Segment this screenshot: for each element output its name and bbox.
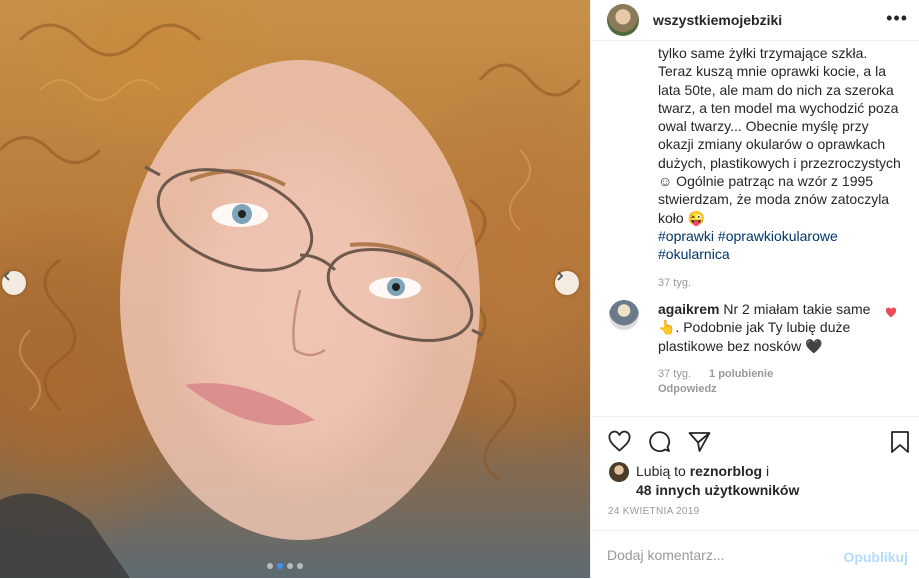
comment-meta: 37 tyg. 1 polubienie [658, 368, 773, 380]
liker-username[interactable]: reznorblog [690, 463, 762, 479]
publish-button[interactable]: Opublikuj [843, 549, 908, 565]
heart-filled-icon [885, 307, 897, 318]
share-button[interactable] [687, 430, 712, 459]
caption-line: owal twarzy... Obecnie myślę przy [658, 118, 869, 135]
commenter-avatar[interactable] [609, 300, 639, 330]
caption-line: dużych, plastikowych i przezroczystych [658, 154, 901, 171]
likes-text: Lubią to reznorblog i 48 innych użytkown… [636, 462, 799, 500]
caption-timestamp[interactable]: 37 tyg. [658, 277, 691, 289]
post-side-panel: wszystkiemojebziki ••• tylko same żyłki … [590, 0, 919, 578]
caption-line: twarz, a ten model ma wychodzić poza [658, 99, 899, 116]
comment-like-button[interactable] [885, 306, 897, 324]
post-photo[interactable] [0, 0, 590, 578]
save-button[interactable] [889, 430, 911, 459]
comment-button[interactable] [647, 430, 672, 459]
more-icon: ••• [886, 8, 908, 28]
comment-text: 👆. Podobnie jak Ty lubię duże [658, 319, 851, 336]
comment-text: Nr 2 miałam takie same [719, 301, 871, 317]
carousel-dot [267, 563, 273, 569]
carousel-dot [287, 563, 293, 569]
liker-avatar[interactable] [609, 462, 629, 482]
caption-line: ☺ Ogólnie patrząc na wzór z 1995 [658, 173, 874, 190]
comment-text: plastikowe bez nosków 🖤 [658, 337, 823, 354]
author-username[interactable]: wszystkiemojebziki [653, 12, 782, 28]
share-icon [688, 432, 711, 452]
likes-prefix: Lubią to [636, 463, 690, 479]
like-button[interactable] [607, 430, 632, 459]
comment-timestamp[interactable]: 37 tyg. [658, 368, 691, 380]
post-caption: tylko same żyłki trzymające szkła. Teraz… [658, 44, 903, 264]
more-options-button[interactable]: ••• [886, 8, 908, 29]
author-avatar[interactable] [607, 4, 639, 36]
reply-button[interactable]: Odpowiedz [658, 383, 717, 395]
carousel-dot-active [277, 563, 283, 569]
caption-line: koło 😜 [658, 209, 706, 226]
carousel-indicator [267, 563, 303, 569]
chevron-left-icon [3, 271, 10, 281]
post-header: wszystkiemojebziki ••• [591, 0, 919, 41]
comment-likes-count[interactable]: 1 polubienie [709, 368, 773, 380]
portrait-illustration [0, 23, 582, 578]
post-date[interactable]: 24 KWIETNIA 2019 [608, 506, 700, 517]
caption-line: okazji zmiany okularów o oprawkach [658, 136, 886, 153]
caption-line: Teraz kuszą mnie oprawki kocie, a la [658, 63, 886, 80]
heart-icon [608, 430, 631, 452]
likes-suffix: i [762, 463, 770, 479]
hashtag-link[interactable]: #oprawki #oprawkiokularowe [658, 227, 903, 245]
commenter-username[interactable]: agaikrem [658, 301, 719, 317]
comment-icon [649, 431, 671, 453]
hashtag-link[interactable]: #okularnica [658, 245, 903, 263]
caption-line: stwierdzam, że moda znów zatoczyla [658, 191, 890, 208]
caption-line: lata 50te, ale mam do nich za szeroka [658, 81, 894, 98]
instagram-post-view: wszystkiemojebziki ••• tylko same żyłki … [0, 0, 919, 578]
caption-line: tylko same żyłki trzymające szkła. [658, 45, 868, 61]
carousel-dot [297, 563, 303, 569]
likes-others-link[interactable]: 48 innych użytkowników [636, 482, 799, 498]
add-comment-section: Opublikuj [591, 530, 919, 579]
comment-input[interactable] [607, 547, 827, 563]
comment-body: agaikrem Nr 2 miałam takie same 👆. Podob… [658, 300, 878, 355]
chevron-right-icon [557, 271, 564, 281]
carousel-prev-button[interactable] [2, 271, 26, 295]
carousel-next-button[interactable] [555, 271, 579, 295]
bookmark-icon [891, 431, 909, 453]
